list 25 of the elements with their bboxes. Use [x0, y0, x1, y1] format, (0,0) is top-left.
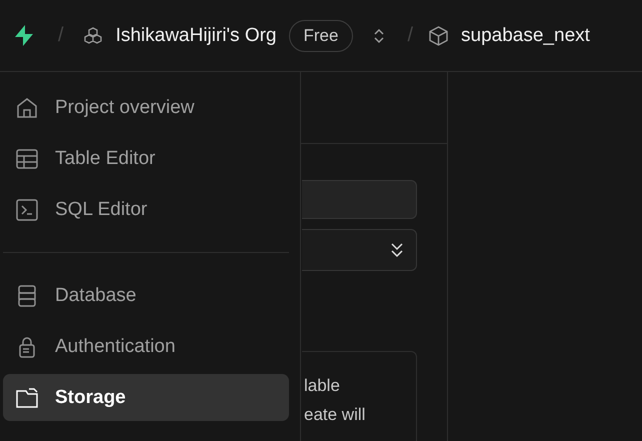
folder-icon [16, 386, 38, 408]
breadcrumb-separator: / [58, 24, 64, 47]
sidebar-item[interactable]: Database [3, 272, 289, 319]
sidebar-item[interactable]: Table Editor [3, 135, 289, 182]
table-icon [16, 148, 38, 170]
breadcrumb-separator: / [407, 24, 414, 47]
cube-icon [429, 26, 448, 46]
cubes-icon [84, 26, 102, 44]
sidebar-item[interactable]: SQL Editor [3, 186, 289, 233]
card-text: lable [304, 376, 341, 396]
sidebar-item[interactable]: Project overview [3, 84, 289, 131]
input-field[interactable] [302, 180, 417, 219]
terminal-icon [16, 198, 38, 220]
sidebar-item[interactable]: Authentication [3, 323, 289, 370]
org-name[interactable]: IshikawaHijiri's Org [116, 24, 276, 46]
database-icon [16, 284, 38, 306]
lightning-logo-icon[interactable] [14, 25, 34, 46]
card-text: eate will [304, 405, 366, 425]
plan-badge: Free [288, 20, 354, 52]
chevrons-down-icon [390, 242, 404, 258]
select-field[interactable] [302, 229, 417, 271]
home-icon [16, 96, 38, 118]
sidebar-item[interactable]: Storage [3, 374, 289, 421]
project-name[interactable]: supabase_next [461, 24, 590, 46]
chevrons-up-down-icon[interactable] [373, 26, 386, 44]
